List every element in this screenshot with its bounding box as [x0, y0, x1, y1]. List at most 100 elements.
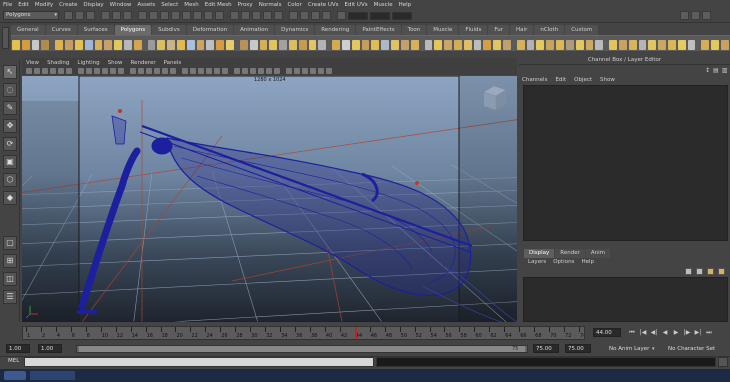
layout-two-icon[interactable]: ◫	[3, 272, 17, 286]
viewport-tool-icon[interactable]	[182, 68, 188, 74]
shelf-tool-icon[interactable]	[473, 40, 482, 50]
tab-muscle[interactable]: Muscle	[427, 25, 459, 35]
layer-tab-anim[interactable]: Anim	[585, 249, 611, 258]
tab-deformation[interactable]: Deformation	[186, 25, 234, 35]
shelf-tool-icon[interactable]	[463, 40, 472, 50]
character-set-label[interactable]: No Character Set	[668, 346, 715, 352]
current-frame-field[interactable]: 44.00	[593, 328, 621, 337]
viewport-tool-icon[interactable]	[50, 68, 56, 74]
playback-start-field[interactable]: 1.00	[38, 344, 62, 353]
layout-four-icon[interactable]: ⊞	[3, 254, 17, 268]
make-live-icon[interactable]	[274, 11, 283, 20]
play-backwards-icon[interactable]: ◀	[661, 328, 669, 337]
render-settings-icon[interactable]	[322, 11, 331, 20]
shelf-tool-icon[interactable]	[536, 40, 545, 50]
tab-hair[interactable]: Hair	[510, 25, 534, 35]
mask-render-icon[interactable]	[204, 11, 213, 20]
menu-create[interactable]: Create	[59, 2, 77, 8]
viewport-menu-lighting[interactable]: Lighting	[77, 60, 99, 66]
mode-dropdown[interactable]: Polygons ▾	[3, 11, 59, 20]
shelf-tool-icon[interactable]	[342, 40, 350, 50]
shelf-tool-icon[interactable]	[595, 40, 604, 50]
layer-tab-display[interactable]: Display	[524, 249, 555, 258]
tab-curves[interactable]: Curves	[45, 25, 77, 35]
shelf-tool-icon[interactable]	[55, 40, 64, 50]
new-layer-selected-icon[interactable]	[718, 268, 725, 275]
open-scene-icon[interactable]	[75, 11, 84, 20]
shelf-tool-icon[interactable]	[123, 40, 132, 50]
select-hierarchy-icon[interactable]	[101, 11, 110, 20]
viewport-tool-icon[interactable]	[198, 68, 204, 74]
tab-polygons[interactable]: Polygons	[114, 25, 152, 35]
tab-toon[interactable]: Toon	[401, 25, 427, 35]
animation-end-field[interactable]: 75.00	[565, 344, 591, 353]
shelf-tool-icon[interactable]	[279, 40, 287, 50]
viewport-tool-icon[interactable]	[286, 68, 292, 74]
playback-end-field[interactable]: 75.00	[533, 344, 559, 353]
viewport-tool-icon[interactable]	[222, 68, 228, 74]
input-field-3[interactable]	[392, 11, 412, 20]
shelf-tool-icon[interactable]	[12, 40, 20, 50]
snap-plane-icon[interactable]	[263, 11, 272, 20]
menu-mesh[interactable]: Mesh	[184, 2, 198, 8]
shelf-tool-icon[interactable]	[493, 40, 501, 50]
shelf-tool-icon[interactable]	[609, 40, 617, 50]
shelf-tool-icon[interactable]	[308, 40, 317, 50]
menu-select[interactable]: Select	[161, 2, 178, 8]
step-back-key-icon[interactable]: |◀	[639, 328, 647, 337]
viewport-tool-icon[interactable]	[310, 68, 316, 74]
shelf-tool-icon[interactable]	[147, 40, 156, 50]
taskbar-app[interactable]	[30, 371, 75, 380]
tab-painteffects[interactable]: PaintEffects	[356, 25, 401, 35]
shelf-tool-icon[interactable]	[186, 40, 195, 50]
shelf-tool-icon[interactable]	[177, 40, 185, 50]
viewport-menu-renderer[interactable]: Renderer	[130, 60, 155, 66]
script-editor-button[interactable]	[718, 357, 728, 367]
play-forwards-icon[interactable]: ▶	[672, 328, 680, 337]
menu-edit-uvs[interactable]: Edit UVs	[345, 2, 368, 8]
channel-menu-edit[interactable]: Edit	[555, 77, 566, 83]
animation-start-field[interactable]: 1.00	[6, 344, 30, 353]
viewport-tool-icon[interactable]	[130, 68, 136, 74]
menu-muscle[interactable]: Muscle	[374, 2, 393, 8]
viewport-menu-shading[interactable]: Shading	[47, 60, 69, 66]
viewport-tool-icon[interactable]	[266, 68, 272, 74]
shelf-tool-icon[interactable]	[157, 40, 166, 50]
tab-general[interactable]: General	[11, 25, 45, 35]
shelf-tool-icon[interactable]	[701, 40, 710, 50]
viewport-tool-icon[interactable]	[170, 68, 176, 74]
lasso-tool-icon[interactable]: ◌	[3, 83, 17, 97]
shelf-tool-icon[interactable]	[133, 40, 142, 50]
viewport-tool-icon[interactable]	[154, 68, 160, 74]
shelf-tool-icon[interactable]	[628, 40, 637, 50]
menu-create-uvs[interactable]: Create UVs	[308, 2, 339, 8]
channel-menu-object[interactable]: Object	[574, 77, 592, 83]
layout-outliner-icon[interactable]: ☰	[3, 290, 17, 304]
channel-box-icon[interactable]	[702, 11, 711, 20]
menu-edit[interactable]: Edit	[18, 2, 29, 8]
viewport-tool-icon[interactable]	[118, 68, 124, 74]
paint-select-icon[interactable]: ✎	[3, 101, 17, 115]
shelf-tool-icon[interactable]	[167, 40, 175, 50]
tab-subdivs[interactable]: Subdivs	[152, 25, 186, 35]
move-layer-down-icon[interactable]	[696, 268, 703, 275]
shelf-menu-button[interactable]	[2, 27, 9, 49]
current-time-marker[interactable]	[354, 327, 357, 339]
shelf-tool-icon[interactable]	[556, 40, 564, 50]
start-button[interactable]	[4, 371, 26, 380]
select-object-icon[interactable]	[112, 11, 121, 20]
viewport-tool-icon[interactable]	[58, 68, 64, 74]
layer-toggle-icon[interactable]: ▥	[722, 67, 728, 74]
mel-label[interactable]: MEL	[8, 358, 19, 364]
snap-point-icon[interactable]	[252, 11, 261, 20]
input-field-1[interactable]	[348, 11, 368, 20]
layout-toggle-icon[interactable]: ↕	[705, 67, 710, 74]
shelf-tool-icon[interactable]	[318, 40, 327, 50]
tab-ncloth[interactable]: nCloth	[534, 25, 565, 35]
viewport-tool-icon[interactable]	[190, 68, 196, 74]
mask-surfaces-icon[interactable]	[171, 11, 180, 20]
shelf-tool-icon[interactable]	[453, 40, 462, 50]
viewport-tool-icon[interactable]	[78, 68, 84, 74]
menu-window[interactable]: Window	[110, 2, 132, 8]
shelf-tool-icon[interactable]	[381, 40, 390, 50]
